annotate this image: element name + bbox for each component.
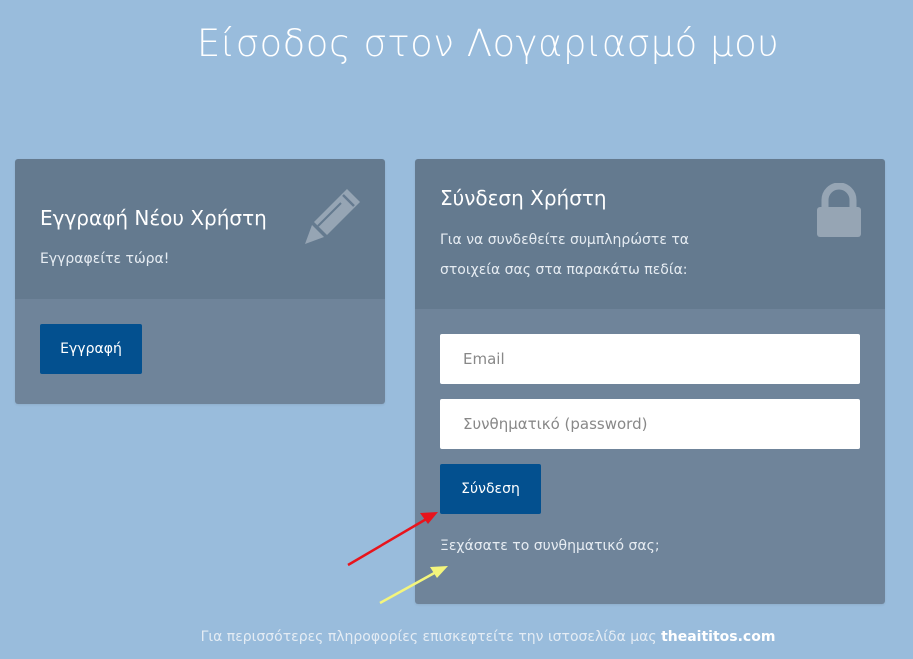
register-card-body: Εγγραφή xyxy=(15,299,385,404)
forgot-password-link[interactable]: Ξεχάσατε το συνθηματικό σας; xyxy=(440,538,660,554)
footer-text: Για περισσότερες πληροφορίες επισκεφτείτ… xyxy=(200,629,662,645)
page-title: Είσοδος στον Λογαριασμό μου xyxy=(196,22,780,65)
footer-site-link[interactable]: theaititos.com xyxy=(661,629,775,645)
login-title: Σύνδεση Χρήστη xyxy=(440,186,607,210)
login-description: Για να συνδεθείτε συμπληρώστε τα στοιχεί… xyxy=(440,232,690,278)
login-card: Σύνδεση Χρήστη Για να συνδεθείτε συμπληρ… xyxy=(415,159,885,604)
footer: Για περισσότερες πληροφορίες επισκεφτείτ… xyxy=(0,629,913,645)
register-card-header: Εγγραφή Νέου Χρήστη Εγγραφείτε τώρα! xyxy=(15,159,385,299)
lock-icon xyxy=(817,183,861,237)
register-subtitle: Εγγραφείτε τώρα! xyxy=(40,251,170,267)
login-card-header: Σύνδεση Χρήστη Για να συνδεθείτε συμπληρ… xyxy=(415,159,885,309)
register-title: Εγγραφή Νέου Χρήστη xyxy=(40,206,267,230)
register-button[interactable]: Εγγραφή xyxy=(40,324,142,374)
pencil-icon xyxy=(305,189,360,244)
email-field[interactable] xyxy=(440,334,860,384)
password-field[interactable] xyxy=(440,399,860,449)
login-button[interactable]: Σύνδεση xyxy=(440,464,541,514)
register-card: Εγγραφή Νέου Χρήστη Εγγραφείτε τώρα! Εγγ… xyxy=(15,159,385,404)
login-card-body: Σύνδεση Ξεχάσατε το συνθηματικό σας; xyxy=(415,309,885,604)
